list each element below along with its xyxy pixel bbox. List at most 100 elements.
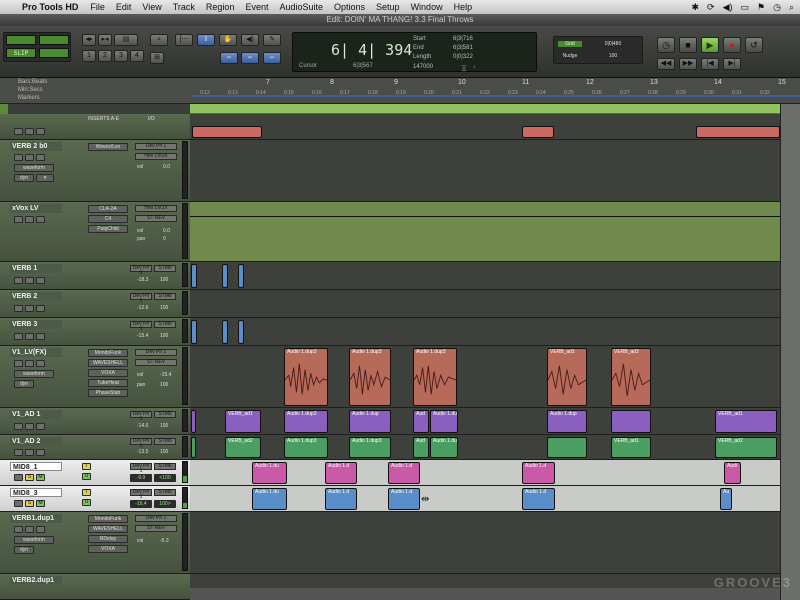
shuffle-mode-button[interactable] — [6, 35, 36, 45]
pan-value[interactable]: 100 — [160, 423, 168, 429]
insert-slot[interactable]: VOXA — [88, 369, 128, 377]
zoom-preset-1[interactable]: 1 — [82, 50, 96, 62]
audio-clip[interactable]: VERB_ad1 — [547, 348, 587, 406]
insert-slot[interactable]: MondoFunk — [88, 515, 128, 523]
audio-clip[interactable]: Audio 1.dup3 — [284, 348, 328, 406]
grid-mode-button[interactable] — [39, 48, 69, 58]
clock-icon[interactable]: ◷ — [773, 2, 781, 13]
pan-value[interactable]: 100 — [160, 277, 168, 283]
pan-value[interactable]: 100 — [160, 449, 168, 455]
grid-label[interactable]: Grid — [557, 40, 583, 48]
tempo-value[interactable]: 147000 — [413, 64, 433, 70]
horizontal-scrollbar[interactable] — [190, 588, 780, 600]
start-value[interactable]: 6|3|716 — [453, 36, 473, 42]
insertion-follows-icon[interactable]: ⇔ — [263, 52, 281, 64]
record-arm-button[interactable] — [14, 474, 23, 481]
view-selector[interactable]: waveform — [14, 370, 54, 378]
menu-audiosuite[interactable]: AudioSuite — [279, 2, 323, 12]
audio-clip[interactable] — [238, 264, 244, 288]
menu-region[interactable]: Region — [206, 2, 235, 12]
audio-clip[interactable]: Audio 1.dup3 — [413, 348, 457, 406]
edit-selection-strip[interactable] — [190, 104, 780, 114]
insert-slot[interactable]: TubeHeat — [88, 379, 128, 387]
output-selector[interactable]: Dev Pri 1 — [130, 293, 152, 304]
voice-button[interactable]: U — [82, 499, 91, 506]
audio-clip[interactable]: Audio 1.dup3 — [284, 410, 328, 433]
audio-clip[interactable]: Audi — [724, 462, 741, 484]
selector-tool-icon[interactable]: I — [197, 34, 215, 46]
audio-clip[interactable]: Audio 1.dup — [349, 410, 391, 433]
menu-app-name[interactable]: Pro Tools HD — [22, 2, 78, 12]
pan-value[interactable]: 100 — [160, 382, 168, 388]
mute-button[interactable] — [36, 277, 45, 284]
solo-button[interactable] — [25, 360, 34, 367]
output-selector[interactable]: Dev Pri 1 — [135, 143, 177, 150]
record-arm-button[interactable] — [14, 154, 23, 161]
volume-value[interactable]: 0.0 — [163, 164, 170, 170]
track-name[interactable]: V1_LV(FX) — [10, 348, 62, 357]
track-playlist[interactable] — [190, 512, 780, 573]
audio-clip[interactable]: VERB_ad1 — [611, 437, 651, 458]
insert-slot[interactable]: VOXA — [88, 545, 128, 553]
track-name[interactable]: VERB 2 — [10, 292, 62, 301]
fast-forward-button[interactable]: ▶▶ — [679, 58, 697, 70]
output-selector[interactable]: Dev Pri 1 — [130, 411, 152, 422]
menu-view[interactable]: View — [142, 2, 161, 12]
audio-clip[interactable]: Audio 1.d — [325, 462, 357, 484]
audio-clip[interactable]: Audio 1.dup — [430, 437, 458, 458]
zoom-preset-3[interactable]: 3 — [114, 50, 128, 62]
solo-button[interactable] — [25, 154, 34, 161]
audio-clip[interactable]: Audio 1.dup3 — [284, 437, 328, 458]
solo-button[interactable] — [25, 305, 34, 312]
volume-value[interactable]: -15.4 — [137, 333, 148, 339]
record-arm-button[interactable] — [14, 305, 23, 312]
menu-event[interactable]: Event — [245, 2, 268, 12]
audio-clip[interactable]: Audio 1.dup — [547, 410, 587, 433]
output-selector[interactable]: Dev Pri 1 — [130, 321, 152, 332]
output-selector[interactable]: Hex LVOX — [135, 205, 177, 212]
volume-value[interactable]: -16.4 — [130, 500, 152, 508]
send-selector[interactable]: STM6 — [154, 265, 176, 272]
insert-slot[interactable]: WAVESHELL — [88, 359, 128, 367]
audio-clip[interactable] — [522, 126, 554, 138]
send-selector[interactable]: ST REV — [135, 525, 177, 532]
output-selector[interactable]: Dev Pri 1 — [130, 265, 152, 276]
spot-mode-button[interactable] — [39, 35, 69, 45]
zoomer-tool-icon[interactable]: ⌕ — [150, 34, 168, 46]
trim-tool-icon[interactable]: [⋯ — [175, 34, 193, 46]
timebase-selector[interactable]: dyn — [14, 546, 34, 554]
record-arm-button[interactable] — [14, 216, 23, 223]
solo-button[interactable] — [25, 128, 34, 135]
track-playlist[interactable] — [190, 290, 780, 317]
playlist-selector[interactable]: ▾ — [36, 174, 54, 182]
solo-button[interactable]: S — [25, 474, 34, 481]
metronome-icon[interactable]: ⏄ — [461, 64, 467, 73]
audio-clip[interactable]: Audio 1.d — [522, 462, 555, 484]
volume-value[interactable]: -15.4 — [160, 372, 171, 378]
audio-clip[interactable]: VERB_ad2 — [225, 437, 261, 458]
view-selector[interactable]: waveform — [14, 536, 54, 544]
insert-slot[interactable]: MondoFunk — [88, 349, 128, 357]
pan-value[interactable]: 0 — [163, 236, 166, 242]
output-selector[interactable]: Dev Pri 1 — [135, 515, 177, 522]
solo-button[interactable] — [25, 216, 34, 223]
timebase-selector[interactable]: dyn — [14, 174, 34, 182]
audio-clip[interactable]: VERB_ad1 — [225, 410, 261, 433]
mute-button[interactable]: M — [36, 500, 45, 507]
battery-icon[interactable]: ▭ — [741, 2, 750, 13]
track-playlist[interactable]: VERB_ad1 Audio 1.dup3 Audio 1.dup Aud Au… — [190, 408, 780, 434]
output-selector[interactable]: Dev Pri 1 — [130, 489, 152, 500]
track-playlist[interactable] — [190, 262, 780, 289]
solo-button[interactable] — [25, 526, 34, 533]
track-name[interactable]: VERB1.dup1 — [10, 514, 62, 523]
menu-help[interactable]: Help — [454, 2, 473, 12]
audio-clip[interactable]: Audio 1.d — [388, 488, 420, 510]
voice-button[interactable]: U — [82, 473, 91, 480]
solo-button[interactable]: S — [25, 500, 34, 507]
audio-clip[interactable]: VERB_ad2 — [715, 437, 777, 458]
send-selector[interactable]: ST REV — [135, 359, 177, 366]
track-name[interactable]: MID8_1 — [10, 462, 62, 471]
output-selector[interactable]: Dev Pri 1 — [130, 463, 152, 474]
online-button[interactable]: ◷ — [657, 37, 675, 53]
record-arm-button[interactable] — [14, 423, 23, 430]
